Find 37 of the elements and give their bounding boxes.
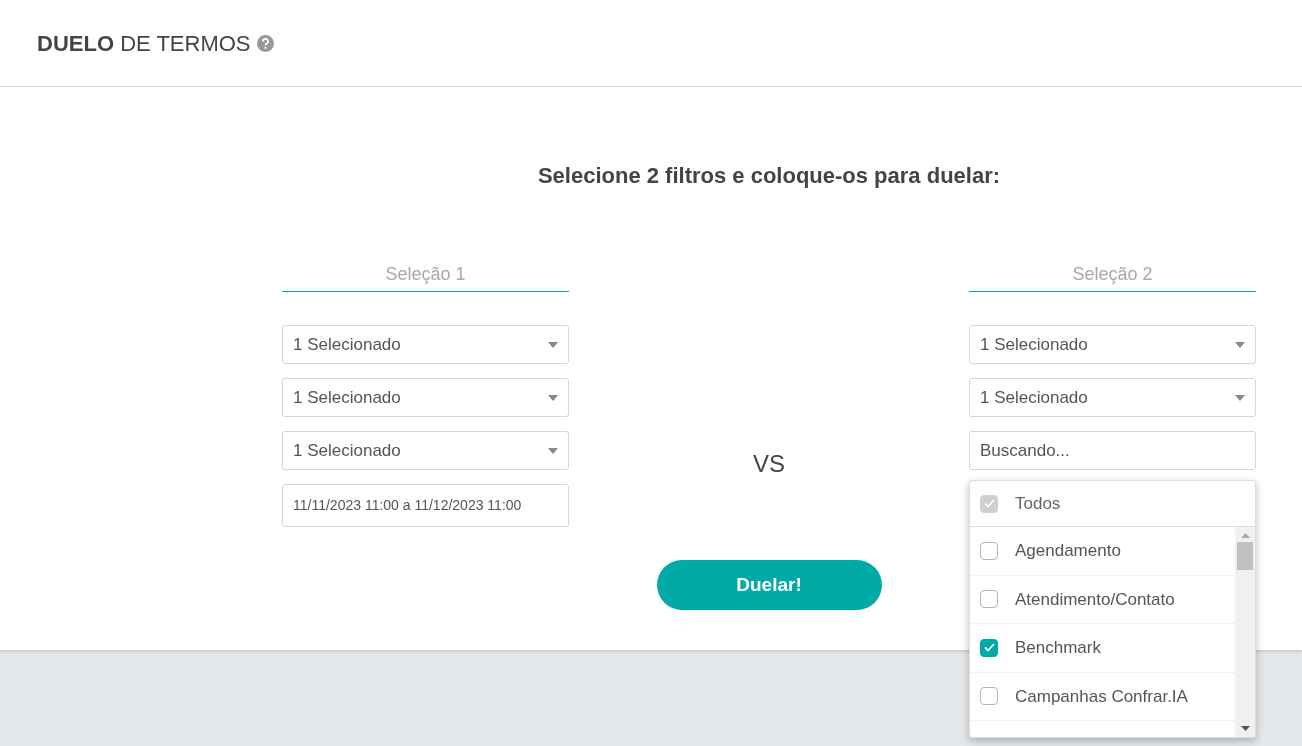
- dropdown-select[interactable]: 1 Selecionado: [969, 325, 1256, 364]
- list-item[interactable]: Benchmark: [970, 624, 1235, 673]
- caret-icon: [1235, 341, 1245, 348]
- scrollbar[interactable]: [1235, 527, 1255, 737]
- scrollbar-thumb[interactable]: [1237, 542, 1253, 570]
- date-range-field[interactable]: 11/11/2023 11:00 a 11/12/2023 11:00: [282, 484, 569, 527]
- caret-icon: [548, 447, 558, 454]
- option-label: Campanhas Confrar.IA: [1015, 685, 1188, 708]
- caret-icon: [1235, 394, 1245, 401]
- check-icon: [983, 499, 995, 508]
- dropdown-select[interactable]: 1 Selecionado: [282, 325, 569, 364]
- help-icon[interactable]: [256, 34, 274, 52]
- selection-label: Seleção 1: [282, 261, 569, 292]
- check-icon: [983, 643, 995, 653]
- page-heading: Selecione 2 filtros e coloque-os para duelar:: [537, 163, 1001, 188]
- option-label: Atendimento/Contato: [1015, 588, 1175, 611]
- list-item[interactable]: Agendamento: [970, 527, 1235, 576]
- checkbox[interactable]: [980, 590, 998, 609]
- dropdown-select[interactable]: 1 Selecionado: [969, 378, 1256, 417]
- dropdown-select[interactable]: 1 Selecionado: [282, 378, 569, 417]
- list-item[interactable]: Atendimento/Contato: [970, 575, 1235, 624]
- option-label: Agendamento: [1015, 540, 1121, 562]
- selection-label: Seleção 2: [969, 261, 1256, 292]
- list-item[interactable]: Campanhas Confrar.IA: [970, 672, 1235, 721]
- page-title: DUELO DE TERMOS: [37, 29, 251, 58]
- search-field[interactable]: Buscando...: [969, 431, 1256, 470]
- scroll-down-icon[interactable]: [1240, 726, 1250, 731]
- checkbox[interactable]: [980, 541, 998, 560]
- option-label: Todos: [1015, 492, 1061, 515]
- versus-label: VS: [753, 449, 785, 479]
- dropdown-select[interactable]: 1 Selecionado: [282, 431, 569, 470]
- option-label: Benchmark: [1015, 637, 1101, 659]
- checkbox[interactable]: [980, 638, 998, 657]
- scroll-up-icon[interactable]: [1240, 533, 1250, 538]
- caret-icon: [548, 394, 558, 401]
- caret-icon: [548, 341, 558, 348]
- checkbox[interactable]: [980, 687, 998, 706]
